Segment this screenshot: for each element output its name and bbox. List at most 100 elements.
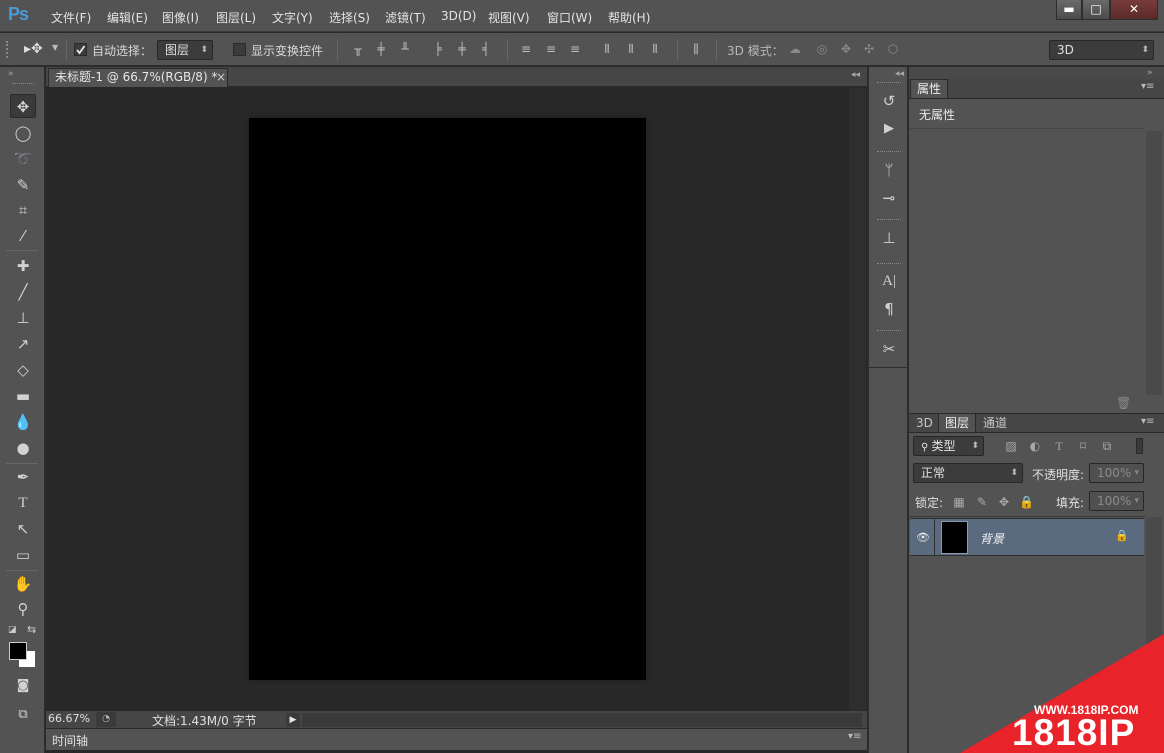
auto-select-checkbox[interactable]	[74, 43, 87, 56]
eraser-tool-icon[interactable]: ◇	[10, 358, 36, 382]
menu-window[interactable]: 窗口(W)	[547, 9, 592, 26]
swap-colors-icon[interactable]: ⇆	[27, 623, 36, 636]
lock-image-icon[interactable]: ✎	[975, 495, 989, 509]
trash-icon[interactable]: 🗑	[1116, 396, 1131, 410]
fill-input[interactable]: 100% ▾	[1089, 491, 1144, 511]
3d-scale-icon[interactable]: ⬡	[886, 42, 900, 56]
layer-thumbnail[interactable]	[941, 521, 968, 554]
tool-presets-panel-icon[interactable]: ✂	[877, 338, 901, 360]
gradient-tool-icon[interactable]: ▬	[10, 384, 36, 408]
menu-layer[interactable]: 图层(L)	[216, 9, 256, 26]
filter-type-icon[interactable]: T	[1052, 439, 1066, 453]
menu-file[interactable]: 文件(F)	[51, 9, 91, 26]
rectangle-tool-icon[interactable]: ▭	[10, 543, 36, 567]
tab-channels[interactable]: 通道	[977, 414, 1013, 433]
menu-filter[interactable]: 滤镜(T)	[385, 9, 426, 26]
distribute-hcenter-icon[interactable]: ⫴	[624, 42, 638, 56]
menu-select[interactable]: 选择(S)	[329, 9, 370, 26]
expand-toolbox-icon[interactable]: »	[8, 69, 14, 79]
document-canvas[interactable]	[249, 118, 646, 680]
align-hcenter-icon[interactable]: ╪	[455, 42, 469, 56]
menu-view[interactable]: 视图(V)	[488, 9, 530, 26]
show-transform-checkbox[interactable]	[233, 43, 246, 56]
3d-slide-icon[interactable]: ✣	[862, 42, 876, 56]
crop-tool-icon[interactable]: ⌗	[10, 198, 36, 222]
quick-select-tool-icon[interactable]: ✎	[10, 173, 36, 197]
timeline-menu-icon[interactable]: ▾≡	[848, 731, 861, 742]
expand-dock-icon[interactable]: ◂◂	[895, 69, 904, 79]
menu-3d[interactable]: 3D(D)	[441, 9, 476, 23]
distribute-top-icon[interactable]: ≡	[519, 42, 533, 56]
menu-help[interactable]: 帮助(H)	[608, 9, 650, 26]
zoom-level[interactable]: 66.67%	[48, 712, 90, 725]
collapse-panels-icon[interactable]: ◂◂	[851, 70, 860, 80]
lasso-tool-icon[interactable]: ➰	[10, 147, 36, 171]
actions-panel-icon[interactable]: ▶	[877, 118, 901, 140]
screen-mode-icon[interactable]: ⧉	[10, 703, 36, 727]
properties-menu-icon[interactable]: ▾≡	[1141, 81, 1154, 92]
3d-rotate-icon[interactable]: ☁	[788, 42, 802, 56]
close-tab-icon[interactable]: ×	[216, 69, 226, 86]
move-tool-icon[interactable]: ✥	[10, 94, 36, 118]
properties-scrollbar[interactable]	[1146, 131, 1162, 395]
align-vcenter-icon[interactable]: ╪	[374, 42, 388, 56]
blur-tool-icon[interactable]: 💧	[10, 410, 36, 434]
dodge-tool-icon[interactable]: ●	[10, 436, 36, 460]
move-tool-preset-icon[interactable]: ▸✥	[24, 41, 43, 57]
align-top-icon[interactable]: ╥	[351, 42, 365, 56]
menu-type[interactable]: 文字(Y)	[272, 9, 313, 26]
brush-panel-icon[interactable]: ⊸	[877, 187, 901, 209]
distribute-vcenter-icon[interactable]: ≡	[544, 42, 558, 56]
path-select-tool-icon[interactable]: ↖	[10, 517, 36, 541]
type-tool-icon[interactable]: T	[10, 491, 36, 515]
clone-stamp-tool-icon[interactable]: ⊥	[10, 306, 36, 330]
hand-tool-icon[interactable]: ✋	[10, 572, 36, 596]
toolbox-grip[interactable]	[12, 83, 34, 85]
visibility-eye-icon[interactable]: 👁	[916, 531, 930, 544]
timeline-tab[interactable]: 时间轴	[52, 732, 88, 749]
auto-align-icon[interactable]: ⫼	[689, 42, 703, 56]
status-info-icon[interactable]: ◔	[96, 712, 116, 727]
eyedropper-tool-icon[interactable]: ⁄	[10, 224, 36, 248]
dock-grip[interactable]	[877, 219, 901, 222]
quick-mask-icon[interactable]: ◙	[10, 674, 36, 698]
filter-smart-object-icon[interactable]: ⧉	[1100, 439, 1114, 453]
lock-position-icon[interactable]: ✥	[997, 495, 1011, 509]
vertical-scrollbar[interactable]	[849, 88, 866, 710]
layer-filter-select[interactable]: ⚲ 类型 ⬍	[913, 436, 984, 456]
3d-pan-icon[interactable]: ✥	[839, 42, 853, 56]
zoom-tool-icon[interactable]: ⚲	[10, 597, 36, 621]
character-panel-icon[interactable]: A|	[877, 270, 901, 292]
brush-presets-panel-icon[interactable]: ᛘ	[877, 159, 901, 181]
align-bottom-icon[interactable]: ╨	[398, 42, 412, 56]
blend-mode-select[interactable]: 正常 ⬍	[913, 463, 1023, 483]
layer-name[interactable]: 背景	[980, 530, 1004, 547]
brush-tool-icon[interactable]: ╱	[10, 280, 36, 304]
collapse-right-panels-icon[interactable]: »	[1147, 68, 1153, 78]
tab-properties[interactable]: 属性	[910, 79, 949, 98]
distribute-left-icon[interactable]: ⫴	[600, 42, 614, 56]
tab-3d[interactable]: 3D	[910, 414, 939, 433]
auto-select-target-select[interactable]: 图层 ⬍	[157, 40, 213, 60]
dock-grip[interactable]	[877, 263, 901, 266]
filter-shape-icon[interactable]: ⌑	[1076, 439, 1090, 453]
align-left-icon[interactable]: ╞	[431, 42, 445, 56]
dock-grip[interactable]	[877, 151, 901, 154]
filter-toggle-switch[interactable]	[1136, 438, 1143, 454]
tab-layers[interactable]: 图层	[938, 413, 977, 432]
default-colors-icon[interactable]: ◪	[8, 625, 17, 635]
close-window-button[interactable]: ✕	[1110, 0, 1158, 20]
menu-image[interactable]: 图像(I)	[162, 9, 199, 26]
foreground-color-swatch[interactable]	[9, 642, 27, 660]
dock-grip[interactable]	[877, 82, 901, 85]
preset-dropdown-arrow-icon[interactable]: ▼	[52, 43, 58, 52]
document-tab[interactable]: 未标题-1 @ 66.7%(RGB/8) * ×	[48, 68, 228, 87]
menu-edit[interactable]: 编辑(E)	[107, 9, 148, 26]
history-panel-icon[interactable]: ↺	[877, 90, 901, 112]
layers-menu-icon[interactable]: ▾≡	[1141, 416, 1154, 427]
lock-transparent-icon[interactable]: ▦	[952, 495, 966, 509]
distribute-bottom-icon[interactable]: ≡	[568, 42, 582, 56]
dock-grip[interactable]	[877, 330, 901, 333]
layer-row[interactable]: 👁 背景 🔒	[910, 518, 1144, 556]
clone-source-panel-icon[interactable]: ⊥	[877, 227, 901, 249]
